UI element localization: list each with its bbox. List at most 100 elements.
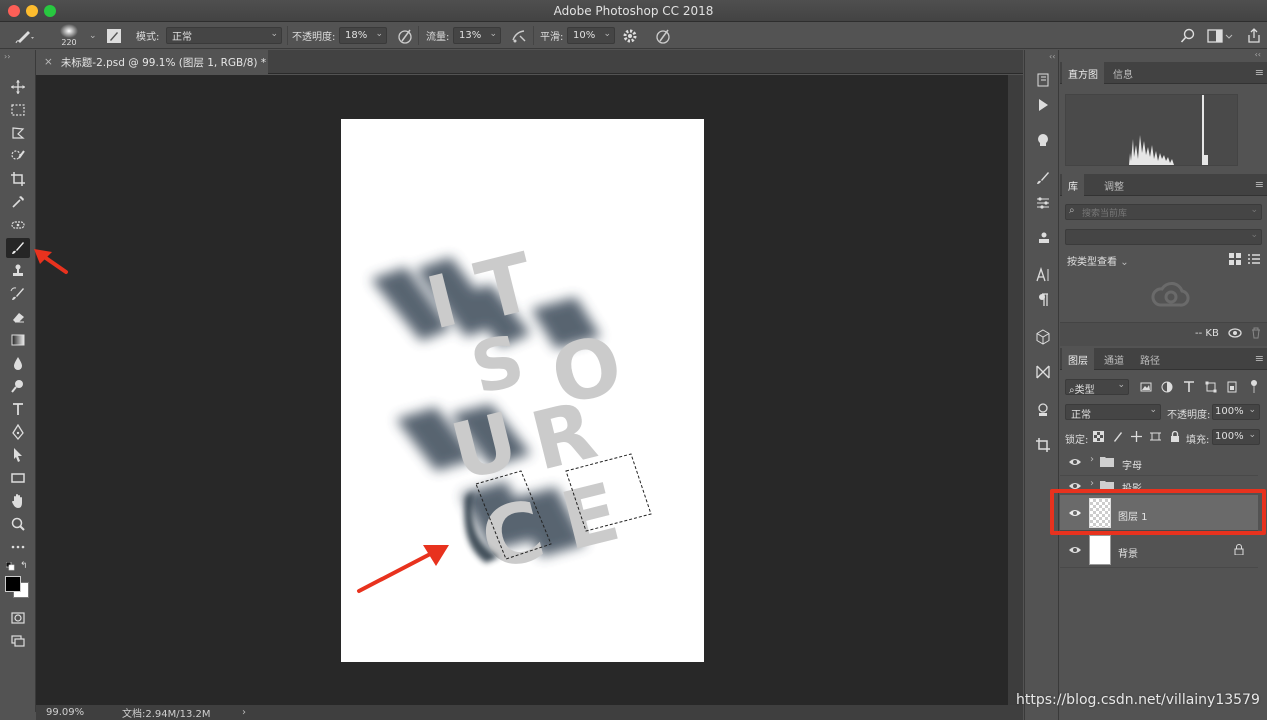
visibility-eye-icon[interactable] [1068, 543, 1082, 557]
lock-all-icon[interactable] [1170, 430, 1180, 442]
hand-tool-icon[interactable] [6, 491, 30, 511]
tab-channels[interactable]: 通道 [1098, 348, 1130, 370]
brush-settings-toggle-icon[interactable] [106, 22, 122, 49]
eraser-tool-icon[interactable] [6, 307, 30, 327]
crop-tool-icon[interactable] [6, 169, 30, 189]
sync-status-icon[interactable] [1228, 327, 1242, 339]
brush-tool-preset-icon[interactable] [14, 22, 36, 49]
eyedropper-tool-icon[interactable] [6, 192, 30, 212]
lasso-tool-icon[interactable] [6, 123, 30, 143]
brush-tool-icon[interactable] [6, 238, 30, 258]
layer-opacity-field[interactable]: 100% ⌄ [1212, 404, 1260, 420]
panel-menu-icon[interactable]: ≡ [1255, 352, 1264, 365]
move-tool-icon[interactable] [6, 77, 30, 97]
default-colors-icon[interactable] [5, 561, 15, 571]
chevron-right-icon[interactable]: › [1090, 478, 1094, 489]
properties-panel-icon[interactable] [1033, 400, 1053, 420]
canvas[interactable]: I T S O U R C E [341, 119, 704, 662]
mode-select[interactable]: 正常 ⌄ [166, 27, 282, 44]
tab-info[interactable]: 信息 [1107, 62, 1139, 84]
library-search-input[interactable]: ⌕ 搜索当前库 ⌄ [1065, 204, 1262, 220]
history-brush-tool-icon[interactable] [6, 284, 30, 304]
swap-colors-icon[interactable]: ↰ [20, 561, 28, 571]
pressure-size-icon[interactable] [654, 22, 672, 49]
quick-mask-icon[interactable] [6, 608, 30, 628]
filter-pixel-icon[interactable] [1140, 381, 1152, 393]
blur-tool-icon[interactable] [6, 353, 30, 373]
3d-panel-icon[interactable] [1033, 327, 1053, 347]
fill-field[interactable]: 100% ⌄ [1212, 429, 1260, 445]
smoothing-field[interactable]: 10% ⌄ [567, 27, 615, 44]
zoom-tool-icon[interactable] [6, 514, 30, 534]
lock-position-icon[interactable] [1131, 431, 1142, 442]
brush-settings-panel-icon[interactable] [1033, 193, 1053, 213]
lock-transparent-pixels-icon[interactable] [1093, 431, 1104, 442]
path-selection-tool-icon[interactable] [6, 445, 30, 465]
tab-layers[interactable]: 图层 [1062, 348, 1094, 370]
brush-picker-chevron-icon[interactable]: ⌄ [89, 22, 97, 49]
plugins-panel-icon[interactable] [1033, 130, 1053, 150]
tab-adjustments[interactable]: 调整 [1098, 174, 1130, 196]
filter-shape-icon[interactable] [1205, 381, 1217, 393]
clone-stamp-tool-icon[interactable] [6, 261, 30, 281]
layer-row-background[interactable]: 背景 [1060, 532, 1258, 568]
layer-filter-select[interactable]: ⌕类型 ⌄ [1065, 379, 1129, 396]
more-tools-icon[interactable] [6, 537, 30, 557]
workspace-switcher-icon[interactable] [1207, 22, 1233, 49]
gradient-tool-icon[interactable] [6, 330, 30, 350]
brushes-panel-icon[interactable] [1033, 168, 1053, 188]
document-tab[interactable]: × 未标题-2.psd @ 99.1% (图层 1, RGB/8) * [36, 50, 268, 74]
visibility-eye-icon[interactable] [1068, 455, 1082, 469]
tab-histogram[interactable]: 直方图 [1062, 62, 1104, 84]
collapse-toolbar-icon[interactable]: ›› [4, 52, 10, 61]
layer-row-group-letters[interactable]: › 字母 [1060, 448, 1258, 476]
screen-mode-icon[interactable] [6, 631, 30, 651]
chevron-right-icon[interactable]: › [1090, 454, 1094, 465]
vertical-scrollbar[interactable] [1008, 75, 1023, 705]
dodge-tool-icon[interactable] [6, 376, 30, 396]
marquee-tool-icon[interactable] [6, 100, 30, 120]
character-panel-icon[interactable] [1033, 265, 1053, 285]
close-tab-icon[interactable]: × [44, 56, 53, 68]
pressure-opacity-icon[interactable] [396, 22, 414, 49]
view-by-type-dropdown[interactable]: 按类型查看 ⌄ [1067, 253, 1129, 268]
flow-field[interactable]: 13% ⌄ [453, 27, 501, 44]
crop-panel-icon[interactable] [1033, 435, 1053, 455]
quick-selection-tool-icon[interactable] [6, 146, 30, 166]
smoothing-options-gear-icon[interactable] [622, 22, 638, 49]
search-icon[interactable] [1180, 22, 1196, 49]
tab-library[interactable]: 库 [1062, 174, 1084, 196]
actions-panel-icon[interactable] [1033, 95, 1053, 115]
healing-brush-tool-icon[interactable] [6, 215, 30, 235]
layer-row-group-shadow[interactable]: › 投影 [1060, 476, 1258, 490]
type-tool-icon[interactable] [6, 399, 30, 419]
grid-view-icon[interactable] [1229, 253, 1241, 265]
collapse-panels-icon[interactable]: ‹‹ [1255, 50, 1261, 59]
share-icon[interactable] [1246, 22, 1262, 49]
rectangle-tool-icon[interactable] [6, 468, 30, 488]
tab-paths[interactable]: 路径 [1134, 348, 1166, 370]
filter-smart-object-icon[interactable] [1226, 381, 1238, 393]
pen-tool-icon[interactable] [6, 422, 30, 442]
brush-preset-picker[interactable]: 220 [60, 22, 78, 49]
status-menu-chevron-icon[interactable]: › [242, 707, 246, 718]
timeline-panel-icon[interactable] [1033, 362, 1053, 382]
filter-toggle-switch[interactable] [1250, 380, 1258, 394]
airbrush-icon[interactable] [510, 22, 528, 49]
history-panel-icon[interactable] [1033, 70, 1053, 90]
clone-source-panel-icon[interactable] [1033, 228, 1053, 248]
lock-image-pixels-icon[interactable] [1112, 431, 1123, 442]
lock-artboard-icon[interactable] [1150, 431, 1161, 442]
document-workspace[interactable]: I T S O U R C E [36, 75, 1023, 705]
panel-menu-icon[interactable]: ≡ [1255, 178, 1264, 191]
filter-adjustment-icon[interactable] [1161, 381, 1173, 393]
delete-icon[interactable] [1250, 327, 1262, 339]
library-select[interactable]: ⌄ [1065, 229, 1262, 245]
paragraph-panel-icon[interactable] [1033, 290, 1053, 310]
foreground-color-swatch[interactable] [5, 576, 21, 592]
panel-menu-icon[interactable]: ≡ [1255, 66, 1264, 79]
filter-type-icon[interactable] [1183, 381, 1195, 393]
list-view-icon[interactable] [1248, 253, 1260, 265]
collapse-icons-icon[interactable]: ‹‹ [1049, 52, 1055, 61]
zoom-level[interactable]: 99.09% [46, 707, 84, 718]
